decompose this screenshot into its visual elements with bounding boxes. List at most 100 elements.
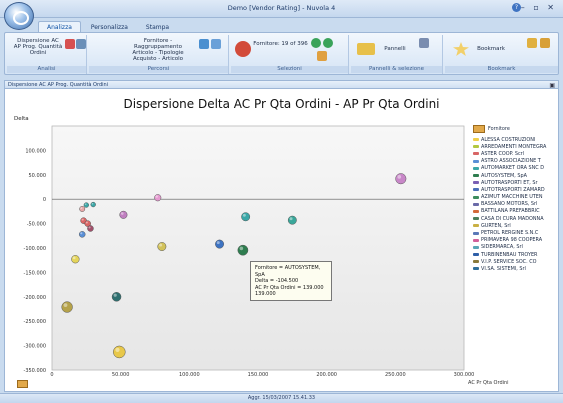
app-orb-button[interactable] xyxy=(4,2,34,30)
legend-marker-icon xyxy=(473,238,479,242)
legend-item[interactable]: CASA DI CURA MADONNA xyxy=(473,215,559,222)
legend-label: AUTOMARKET ORA SNC D xyxy=(481,165,545,172)
clear-selection-icon[interactable] xyxy=(317,51,327,61)
scatter-point xyxy=(237,244,249,256)
legend-label: ARREDAMENTI MONTEGRA xyxy=(481,143,547,150)
x-tick-label: 0 xyxy=(50,372,53,378)
filter-icon[interactable] xyxy=(235,41,251,57)
window-controls[interactable]: – ▫ ✕ xyxy=(521,3,557,12)
scatter-point xyxy=(111,292,122,302)
point-highlight xyxy=(239,246,244,251)
legend-item[interactable]: BATTILANA PREFABBRIC xyxy=(473,208,559,215)
group-bookmark: Bookmark Bookmark xyxy=(445,35,558,74)
point-highlight xyxy=(80,232,83,235)
legend-item[interactable]: V.I.P. SERVICE SOC. CO xyxy=(473,258,559,265)
legend-item[interactable]: ASTER COOP. Scrl xyxy=(473,150,559,157)
legend-marker-icon xyxy=(473,260,479,264)
legend-item[interactable]: GURTEN, Srl xyxy=(473,222,559,229)
panels-button[interactable]: Pannelli xyxy=(377,46,413,52)
group-label-percorsi: Percorsi xyxy=(89,66,228,73)
legend-item[interactable]: PETROL RERGINE S.N.C xyxy=(473,229,559,236)
y-tick-label: -100.000 xyxy=(24,246,46,252)
legend-item[interactable]: AZIMUT MACCHINE UTEN xyxy=(473,194,559,201)
legend-item[interactable]: VI.SA. SISTEMI, Srl xyxy=(473,265,559,272)
legend-marker-icon xyxy=(473,195,479,199)
group-pannelli: Pannelli Pannelli & selezione xyxy=(351,35,443,74)
supplier-selection-button[interactable]: Fornitore: 19 of 396 xyxy=(253,41,308,47)
point-highlight xyxy=(84,203,87,206)
x-tick-label: 250.000 xyxy=(385,372,406,378)
scatter-point xyxy=(87,225,94,232)
analysis-select-button[interactable]: Dispersione AC AP Prog. Quantità Ordini xyxy=(13,38,63,56)
y-tick-label: -200.000 xyxy=(24,295,46,301)
chart-type-icon[interactable] xyxy=(211,39,221,49)
y-tick-label: -250.000 xyxy=(24,319,46,325)
save-icon[interactable] xyxy=(76,39,86,49)
scatter-point xyxy=(154,194,162,202)
scatter-point xyxy=(119,210,128,219)
x-tick-label: 300.000 xyxy=(454,372,475,378)
legend-label: ALESSA COSTRUZIONI xyxy=(481,136,536,143)
y-axis-title: Delta xyxy=(14,116,29,122)
scatter-point xyxy=(78,231,86,238)
legend-label: AUTOTRASPORTI ZAMARD xyxy=(481,186,545,193)
scatter-point xyxy=(83,202,89,208)
add-bookmark-icon[interactable] xyxy=(527,38,537,48)
path-select-button[interactable]: Fornitore - Raggruppamento Articolo - Ti… xyxy=(123,38,193,62)
legend-item[interactable]: ALESSA COSTRUZIONI xyxy=(473,136,559,143)
chart-panel: Dispersione AC AP Prog. Quantità Ordini … xyxy=(4,80,559,392)
help-icon[interactable]: ? xyxy=(512,3,521,12)
y-tick-label: -50.000 xyxy=(27,222,46,228)
scatter-point xyxy=(287,215,297,225)
y-tick-label: 50.000 xyxy=(29,173,47,179)
x-axis-title: AC Pr Qta Ordini xyxy=(468,380,509,386)
bookmark-button[interactable]: Bookmark xyxy=(471,46,511,52)
legend-item[interactable]: BASSANO MOTORS, Srl xyxy=(473,201,559,208)
scatter-point xyxy=(157,242,167,251)
back-icon[interactable] xyxy=(311,38,321,48)
group-label-pannelli: Pannelli & selezione xyxy=(351,66,442,73)
legend-item[interactable]: ARREDAMENTI MONTEGRA xyxy=(473,143,559,150)
point-highlight xyxy=(80,207,83,209)
legend-icon xyxy=(473,125,485,133)
x-tick-label: 50.000 xyxy=(112,372,130,378)
y-tick-label: -150.000 xyxy=(24,270,46,276)
legend-item[interactable]: AUTOMARKET ORA SNC D xyxy=(473,165,559,172)
pdf-icon[interactable] xyxy=(65,39,75,49)
legend-item[interactable]: SIDERMARCA, Srl xyxy=(473,244,559,251)
scatter-point xyxy=(71,255,80,264)
point-highlight xyxy=(242,213,246,217)
forward-icon[interactable] xyxy=(323,38,333,48)
legend-marker-icon xyxy=(473,188,479,192)
scatter-point xyxy=(79,206,86,212)
group-selezioni: Fornitore: 19 of 396 Selezioni xyxy=(231,35,349,74)
legend-marker-icon xyxy=(473,174,479,178)
legend-marker-icon xyxy=(473,152,479,156)
legend-label: VI.SA. SISTEMI, Srl xyxy=(481,265,526,272)
legend-marker-icon xyxy=(473,166,479,170)
legend-label: PRIMAVERA 98 COOPERA xyxy=(481,237,543,244)
legend-marker-icon xyxy=(473,202,479,206)
legend-item[interactable]: PRIMAVERA 98 COOPERA xyxy=(473,237,559,244)
chart-options-icon[interactable] xyxy=(17,380,28,388)
legend-item[interactable]: AUTOSYSTEM, SpA xyxy=(473,172,559,179)
group-label-analisi: Analisi xyxy=(7,66,86,73)
legend-marker-icon xyxy=(473,159,479,163)
legend-item[interactable]: TURBINENBAU TROYER xyxy=(473,251,559,258)
scatter-point xyxy=(61,301,73,313)
legend-item[interactable]: AUTOTRASPORTI ET, Sr xyxy=(473,179,559,186)
point-highlight xyxy=(81,218,84,221)
point-highlight xyxy=(159,243,163,247)
legend-item[interactable]: ASTRO ASSOCIAZIONE T xyxy=(473,158,559,165)
y-tick-label: 0 xyxy=(43,197,46,203)
hierarchy-icon[interactable] xyxy=(199,39,209,49)
legend-marker-icon xyxy=(473,217,479,221)
point-highlight xyxy=(91,202,94,205)
scatter-point xyxy=(395,173,407,185)
group-analisi: Dispersione AC AP Prog. Quantità Ordini … xyxy=(7,35,87,74)
panel-layout-icon[interactable] xyxy=(419,38,429,48)
window-title: Demo [Vendor Rating] - Nuvola 4 xyxy=(227,4,336,12)
legend-item[interactable]: AUTOTRASPORTI ZAMARD xyxy=(473,186,559,193)
ribbon: Dispersione AC AP Prog. Quantità Ordini … xyxy=(4,32,559,75)
manage-bookmark-icon[interactable] xyxy=(540,38,550,48)
